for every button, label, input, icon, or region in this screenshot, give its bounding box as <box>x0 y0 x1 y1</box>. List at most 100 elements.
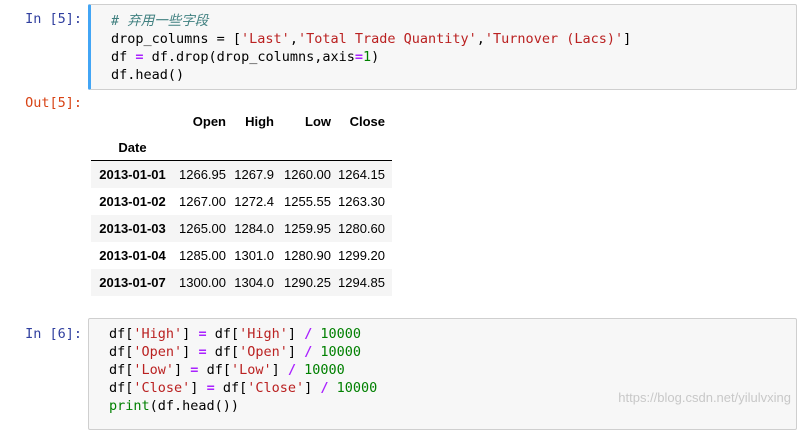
cell-high: 1304.0 <box>234 275 274 290</box>
cell1-prompt: In [5]: <box>25 11 82 27</box>
code-operator: = <box>198 344 207 360</box>
code-token: df.drop(drop_columns,axis <box>143 49 355 65</box>
column-header-high: High <box>245 113 274 129</box>
code-token: ] <box>287 326 305 342</box>
cell-low: 1290.25 <box>284 275 331 290</box>
column-header-open: Open <box>192 113 226 129</box>
blank-header-cell <box>231 134 280 161</box>
code-operator: = <box>206 380 215 396</box>
cell-low: 1259.95 <box>284 221 331 236</box>
code-number: 10000 <box>296 362 345 378</box>
code-token: ] <box>271 362 288 378</box>
code-line: print(df.head()) <box>109 398 239 414</box>
code-operator: = <box>198 326 207 342</box>
code-token: ) <box>371 49 380 65</box>
index-name-date: Date <box>91 134 174 161</box>
code-number: 10000 <box>312 344 362 360</box>
index-header-blank <box>91 108 174 134</box>
code-token: df[ <box>109 380 134 396</box>
code-line: df['Close'] = df['Close'] / 10000 <box>109 380 377 396</box>
code-number: 10000 <box>312 326 362 342</box>
row-date: 2013-01-03 <box>99 221 166 236</box>
cell-low: 1280.90 <box>284 248 331 263</box>
code-token: df[ <box>109 362 134 378</box>
code-token: df[ <box>206 344 240 360</box>
code-number: 1 <box>363 49 372 65</box>
code-token: ] <box>182 326 199 342</box>
code-string: 'Low' <box>133 362 175 378</box>
code-builtin: print <box>109 398 150 414</box>
cell1-code-editor[interactable]: # 弃用一些字段 drop_columns = ['Last','Total T… <box>88 4 797 90</box>
code-string: 'Low' <box>230 362 272 378</box>
cell-low: 1260.00 <box>284 167 331 182</box>
cell-high: 1301.0 <box>234 248 274 263</box>
code-token: df <box>111 49 136 65</box>
code-token: (df.head()) <box>149 398 240 414</box>
table-row: 2013-01-01 1266.95 1267.9 1260.00 1264.1… <box>91 160 392 188</box>
table-row: 2013-01-07 1300.00 1304.0 1290.25 1294.8… <box>91 269 392 296</box>
code-operator: = <box>354 49 363 65</box>
output1-prompt: Out[5]: <box>25 95 82 111</box>
blank-header-cell <box>174 134 231 161</box>
cell-open: 1265.00 <box>179 221 226 236</box>
code-token: drop_columns = [ <box>111 31 242 47</box>
code-string: 'High' <box>239 326 288 342</box>
cell-close: 1263.30 <box>338 194 385 209</box>
cell2-prompt: In [6]: <box>25 326 82 342</box>
cell-close: 1264.15 <box>338 167 385 182</box>
cell-close: 1280.60 <box>338 221 385 236</box>
cell-close: 1294.85 <box>338 275 385 290</box>
table-header-row: Open High Low Close <box>91 108 392 134</box>
code-token: df[ <box>198 362 231 378</box>
code-token: ] <box>190 380 207 396</box>
code-number: 10000 <box>328 380 378 396</box>
code-operator: / <box>287 362 296 378</box>
code-string: 'High' <box>133 326 183 342</box>
cell-high: 1272.4 <box>234 194 274 209</box>
code-string: 'Last' <box>241 31 290 47</box>
code-operator: / <box>320 380 329 396</box>
cell-open: 1267.00 <box>179 194 226 209</box>
cell-close: 1299.20 <box>338 248 385 263</box>
code-string: 'Open' <box>133 344 183 360</box>
dataframe-table: Open High Low Close Date 2013-01-01 1266… <box>91 108 392 296</box>
table-row: 2013-01-04 1285.00 1301.0 1280.90 1299.2… <box>91 242 392 269</box>
cell-high: 1284.0 <box>234 221 274 236</box>
code-line: df['High'] = df['High'] / 10000 <box>109 326 361 342</box>
code-token: ] <box>287 344 305 360</box>
code-comment: # 弃用一些字段 <box>111 13 209 29</box>
code-string: 'Open' <box>239 344 288 360</box>
cell-open: 1300.00 <box>179 275 226 290</box>
table-index-name-row: Date <box>91 134 392 161</box>
code-line: df['Open'] = df['Open'] / 10000 <box>109 344 361 360</box>
code-line: df['Low'] = df['Low'] / 10000 <box>109 362 345 378</box>
blank-header-cell <box>280 134 338 161</box>
cell2-code: df['High'] = df['High'] / 10000 df['Open… <box>109 325 377 415</box>
row-date: 2013-01-04 <box>99 248 166 263</box>
code-token: ] <box>182 344 199 360</box>
code-token: df[ <box>109 344 134 360</box>
row-date: 2013-01-02 <box>99 194 166 209</box>
blank-header-cell <box>338 134 392 161</box>
cell-low: 1255.55 <box>284 194 331 209</box>
code-token: df[ <box>109 326 134 342</box>
code-string: 'Close' <box>133 380 191 396</box>
code-string: 'Turnover (Lacs)' <box>484 31 624 47</box>
cell2-code-editor[interactable]: df['High'] = df['High'] / 10000 df['Open… <box>88 318 797 430</box>
table-row: 2013-01-03 1265.00 1284.0 1259.95 1280.6… <box>91 215 392 242</box>
code-string: 'Total Trade Quantity' <box>297 31 477 47</box>
table-row: 2013-01-02 1267.00 1272.4 1255.55 1263.3… <box>91 188 392 215</box>
row-date: 2013-01-07 <box>99 275 166 290</box>
row-date: 2013-01-01 <box>99 167 166 182</box>
code-token: ] <box>304 380 321 396</box>
cell1-code: # 弃用一些字段 drop_columns = ['Last','Total T… <box>111 13 632 83</box>
code-string: 'Close' <box>247 380 305 396</box>
cell-high: 1267.9 <box>234 167 274 182</box>
code-token: ] <box>174 362 191 378</box>
column-header-low: Low <box>305 113 331 129</box>
code-token: df[ <box>214 380 248 396</box>
cell-open: 1285.00 <box>179 248 226 263</box>
watermark-text: https://blog.csdn.net/yilulvxing <box>618 390 791 405</box>
column-header-close: Close <box>349 113 385 129</box>
code-token: df.head() <box>111 67 185 83</box>
